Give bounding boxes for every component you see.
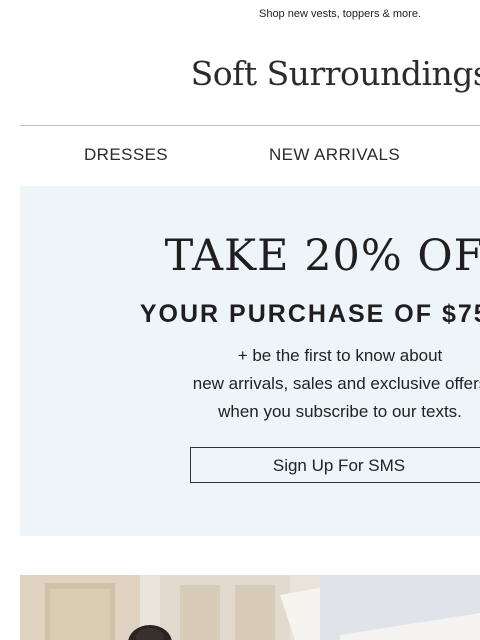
email-page: Shop new vests, toppers & more. Soft Sur…	[0, 0, 480, 640]
nav-item-new-arrivals[interactable]: NEW ARRIVALS	[269, 145, 400, 165]
hero-photo	[20, 575, 480, 640]
hero-image[interactable]	[20, 575, 480, 640]
promo-line: new arrivals, sales and exclusive offers	[192, 374, 480, 393]
sms-promo-banner: TAKE 20% OFF YOUR PURCHASE OF $75 OR + b…	[20, 186, 480, 536]
promo-headline: TAKE 20% OFF	[164, 231, 480, 281]
nav-item-dresses[interactable]: DRESSES	[84, 145, 168, 165]
promo-line: + be the first to know about	[237, 346, 443, 365]
promo-subhead: YOUR PURCHASE OF $75 OR	[139, 300, 480, 328]
brand-logo[interactable]: Soft Surroundings	[0, 54, 480, 93]
header-divider	[20, 125, 480, 126]
main-nav: DRESSES NEW ARRIVALS	[0, 145, 480, 169]
sms-signup-button[interactable]: Sign Up For SMS	[190, 447, 480, 483]
preheader-link[interactable]: Shop new vests, toppers & more.	[0, 8, 480, 20]
promo-line: when you subscribe to our texts.	[218, 402, 462, 421]
